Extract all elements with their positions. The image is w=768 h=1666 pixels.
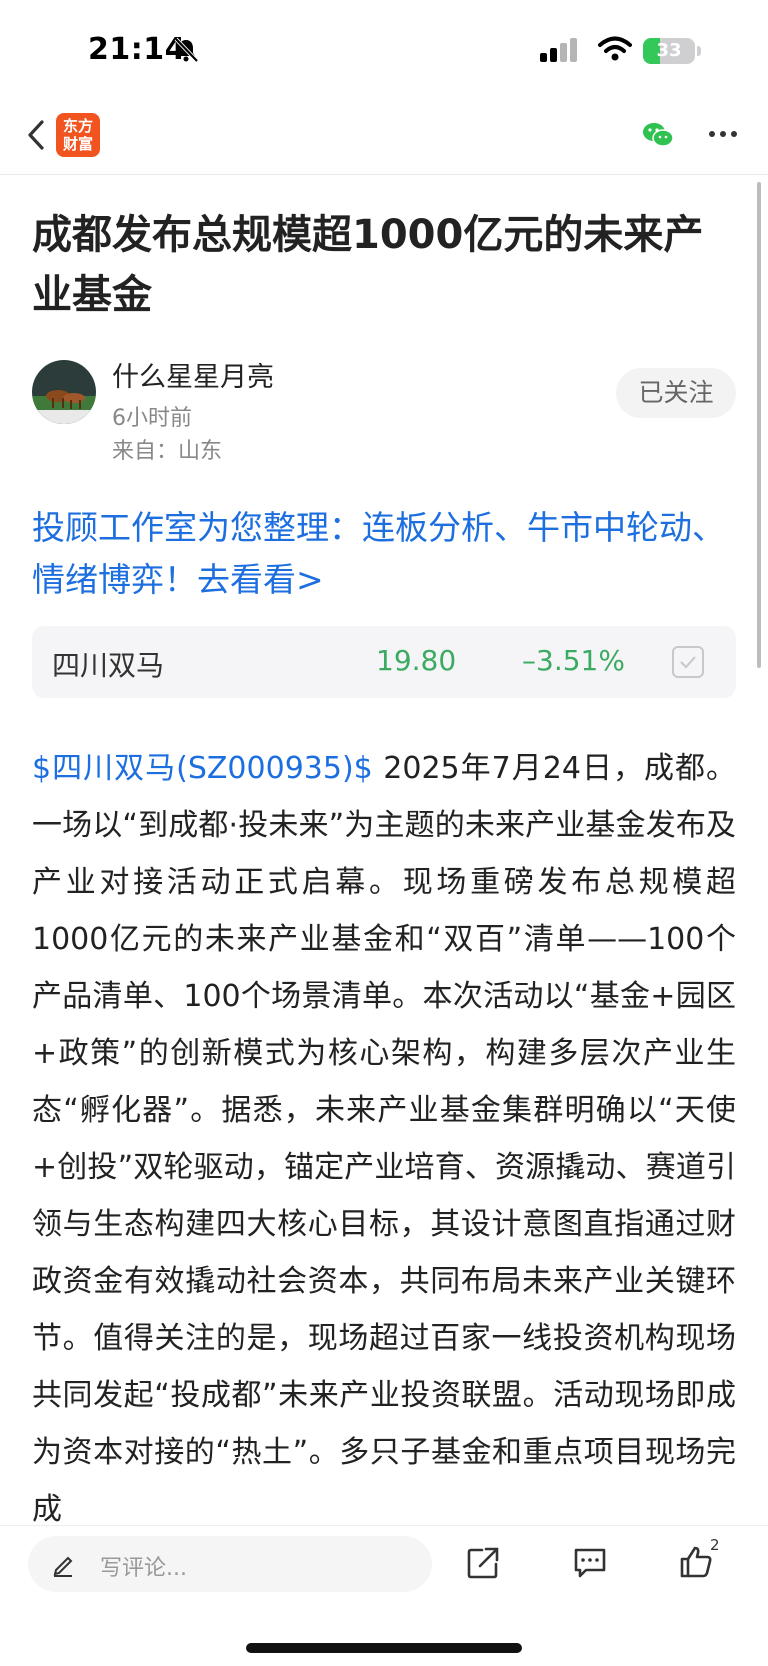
- article-text: 2025年7月24日，成都。一场以“到成都·投未来”为主题的未来产业基金发布及产…: [32, 751, 736, 1527]
- add-watchlist-checkbox[interactable]: [672, 646, 704, 678]
- promo-link[interactable]: 投顾工作室为您整理：连板分析、牛市中轮动、情绪博弈！去看看>: [32, 502, 744, 606]
- stock-price: 19.80: [376, 644, 457, 677]
- like-icon[interactable]: [678, 1544, 714, 1580]
- battery-indicator: 33: [643, 38, 695, 64]
- author-name[interactable]: 什么星星月亮: [112, 355, 274, 394]
- follow-button[interactable]: 已关注: [616, 368, 736, 418]
- comment-input[interactable]: 写评论...: [28, 1536, 432, 1592]
- app-logo: 东方 财富: [56, 113, 100, 157]
- battery-percent: 33: [656, 40, 682, 61]
- author-avatar[interactable]: [32, 360, 96, 424]
- stock-card[interactable]: 四川双马 19.80 –3.51%: [32, 626, 736, 698]
- article-body: $四川双马(SZ000935)$ 2025年7月24日，成都。一场以“到成都·投…: [32, 740, 736, 1538]
- comment-icon[interactable]: [572, 1546, 608, 1580]
- stock-name: 四川双马: [52, 649, 165, 682]
- scrollbar[interactable]: [757, 182, 761, 668]
- back-icon[interactable]: [22, 116, 52, 154]
- share-icon[interactable]: [466, 1546, 500, 1580]
- more-icon[interactable]: [708, 130, 738, 138]
- post-time: 6小时前: [112, 406, 192, 431]
- comment-placeholder: 写评论...: [100, 1556, 187, 1581]
- checkmark-icon: [680, 656, 696, 669]
- top-navbar: 东方 财富: [0, 96, 768, 175]
- stock-change: –3.51%: [522, 644, 625, 677]
- battery-tip: [697, 46, 701, 56]
- article-title: 成都发布总规模超1000亿元的未来产业基金: [32, 212, 704, 318]
- silent-bell-icon: [174, 37, 199, 63]
- home-indicator[interactable]: [246, 1643, 522, 1653]
- like-count: 2: [710, 1536, 720, 1554]
- post-location: 来自：山东: [112, 439, 223, 464]
- wechat-icon[interactable]: [642, 120, 674, 150]
- cellular-signal-icon: [540, 38, 577, 62]
- pencil-icon: [53, 1556, 73, 1577]
- stock-tag-link[interactable]: $四川双马(SZ000935)$: [32, 751, 373, 786]
- wifi-icon: [598, 36, 632, 61]
- status-bar: 21:14 33: [0, 0, 768, 96]
